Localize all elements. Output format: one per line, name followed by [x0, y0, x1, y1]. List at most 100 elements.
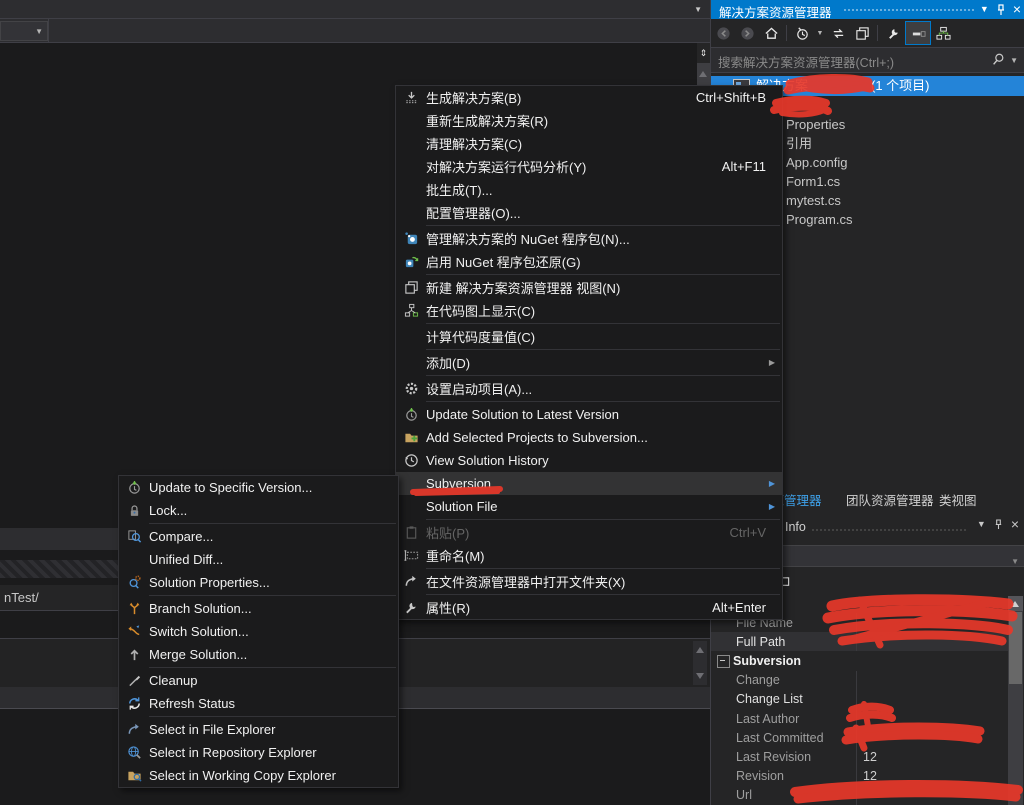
menu-item-configuration-manager[interactable]: 配置管理器(O)... — [396, 201, 782, 224]
tree-row-mytest[interactable]: mytest.cs — [786, 191, 1016, 210]
tree-row-references[interactable]: 引用 — [786, 134, 1016, 153]
menu-item-properties[interactable]: 属性(R)Alt+Enter — [396, 596, 782, 619]
grid-row-url[interactable]: Url — [711, 786, 1009, 805]
open-folder-arrow-icon — [396, 570, 426, 593]
tab-team-explorer[interactable]: 团队资源管理器 — [846, 490, 934, 512]
menu-item-run-code-analysis[interactable]: 对解决方案运行代码分析(Y)Alt+F11 — [396, 155, 782, 178]
chevron-down-icon: ▼ — [35, 27, 43, 36]
submenu-item-unified-diff[interactable]: Unified Diff... — [119, 548, 398, 571]
tree-row-properties[interactable]: Properties — [786, 115, 1016, 134]
submenu-arrow-icon: ▶ — [769, 358, 775, 367]
broom-icon — [119, 669, 149, 692]
submenu-item-refresh-status[interactable]: Refresh Status — [119, 692, 398, 715]
home-icon[interactable] — [759, 22, 783, 44]
grid-row-full-path[interactable]: Full Path — [711, 632, 1009, 651]
grid-scrollbar[interactable] — [1008, 596, 1023, 805]
new-solution-explorer-view-icon[interactable] — [850, 22, 874, 44]
history-icon — [396, 449, 426, 472]
subversion-submenu: Update to Specific Version... Lock... Co… — [118, 475, 399, 788]
sync-with-active-document-icon[interactable] — [826, 22, 850, 44]
back-icon[interactable] — [711, 22, 735, 44]
submenu-item-select-in-repository-explorer[interactable]: Select in Repository Explorer — [119, 741, 398, 764]
close-icon[interactable]: × — [1011, 516, 1019, 532]
pin-icon[interactable] — [994, 519, 1003, 530]
search-icon[interactable] — [991, 52, 1005, 67]
toolbar-overflow-icon[interactable]: ▼ — [694, 5, 702, 14]
pin-icon[interactable] — [996, 4, 1006, 16]
menu-item-code-metrics[interactable]: 计算代码度量值(C) — [396, 325, 782, 348]
pending-changes-filter-icon[interactable] — [790, 22, 814, 44]
menu-item-manage-nuget[interactable]: 管理解决方案的 NuGet 程序包(N)... — [396, 227, 782, 250]
menu-item-new-explorer-view[interactable]: 新建 解决方案资源管理器 视图(N) — [396, 276, 782, 299]
menu-item-build-solution[interactable]: 生成解决方案(B)Ctrl+Shift+B — [396, 86, 782, 109]
file-explorer-arrow-icon — [119, 718, 149, 741]
solution-label-suffix: (1 个项目) — [871, 76, 930, 96]
submenu-item-merge-solution[interactable]: Merge Solution... — [119, 643, 398, 666]
tree-row-program[interactable]: Program.cs — [786, 210, 1016, 229]
menu-item-subversion[interactable]: Subversion▶ — [396, 472, 782, 495]
chevron-down-icon: ▼ — [1011, 552, 1019, 572]
window-position-icon[interactable]: ▼ — [980, 0, 989, 19]
wrench-icon — [396, 596, 426, 619]
menu-item-batch-build[interactable]: 批生成(T)... — [396, 178, 782, 201]
solution-search-box[interactable]: 搜索解决方案资源管理器(Ctrl+;) ▼ — [711, 47, 1024, 73]
collapse-box-icon[interactable] — [717, 655, 730, 668]
grid-row-change-list[interactable]: Change List — [711, 690, 1009, 709]
menu-item-add[interactable]: 添加(D)▶ — [396, 351, 782, 374]
tree-row-appconfig[interactable]: App.config — [786, 153, 1016, 172]
chevron-down-icon[interactable]: ▼ — [1010, 56, 1018, 65]
solution-explorer-toolbar: ▼ — [711, 19, 1024, 47]
submenu-item-select-in-file-explorer[interactable]: Select in File Explorer — [119, 718, 398, 741]
second-toolbar-row: ▼ — [0, 19, 710, 43]
forward-icon[interactable] — [735, 22, 759, 44]
scroll-up-arrow-icon — [696, 647, 704, 653]
window-position-icon[interactable]: ▼ — [977, 519, 986, 529]
menu-item-open-folder-in-explorer[interactable]: 在文件资源管理器中打开文件夹(X) — [396, 570, 782, 593]
menu-item-rebuild-solution[interactable]: 重新生成解决方案(R) — [396, 109, 782, 132]
tree-row-form1[interactable]: Form1.cs — [786, 172, 1016, 191]
codemap-icon — [396, 299, 426, 322]
menu-item-view-solution-history[interactable]: View Solution History — [396, 449, 782, 472]
menu-item-enable-nuget-restore[interactable]: 启用 NuGet 程序包还原(G) — [396, 250, 782, 273]
submenu-item-update-specific-version[interactable]: Update to Specific Version... — [119, 476, 398, 499]
menu-item-show-on-code-map[interactable]: 在代码图上显示(C) — [396, 299, 782, 322]
svn-update-icon — [396, 403, 426, 426]
submenu-item-lock[interactable]: Lock... — [119, 499, 398, 522]
grid-row-last-committed[interactable]: Last Committed — [711, 728, 1009, 747]
tab-class-view[interactable]: 类视图 — [939, 490, 977, 512]
scroll-up-button[interactable] — [1008, 596, 1023, 611]
chevron-down-icon[interactable]: ▼ — [814, 22, 826, 44]
menu-item-paste[interactable]: 粘贴(P)Ctrl+V — [396, 521, 782, 544]
toolbar-combobox[interactable]: ▼ — [0, 21, 48, 41]
grid-category-subversion[interactable]: Subversion — [711, 651, 1009, 670]
submenu-item-solution-properties[interactable]: Solution Properties... — [119, 571, 398, 594]
collapse-all-icon[interactable] — [905, 21, 931, 45]
menu-item-update-solution-latest[interactable]: Update Solution to Latest Version — [396, 403, 782, 426]
scrollbar-thumb[interactable] — [1009, 612, 1022, 684]
submenu-arrow-icon: ▶ — [769, 479, 775, 488]
menu-item-add-projects-to-subversion[interactable]: Add Selected Projects to Subversion... — [396, 426, 782, 449]
new-view-icon — [396, 276, 426, 299]
submenu-item-select-in-working-copy-explorer[interactable]: Select in Working Copy Explorer — [119, 764, 398, 787]
solution-explorer-titlebar[interactable]: 解决方案资源管理器 ▼ × — [711, 0, 1024, 19]
close-icon[interactable]: × — [1013, 0, 1021, 19]
tree-row-project[interactable] — [786, 96, 1016, 115]
grid-row-last-author[interactable]: Last Author — [711, 709, 1009, 728]
menu-item-clean-solution[interactable]: 清理解决方案(C) — [396, 132, 782, 155]
grid-row-last-revision[interactable]: Last Revision12 — [711, 747, 1009, 766]
mini-scrollbar[interactable] — [693, 641, 707, 685]
submenu-item-cleanup[interactable]: Cleanup — [119, 669, 398, 692]
editor-splitter-handle[interactable]: ⇕ — [697, 43, 710, 63]
properties-wrench-icon[interactable] — [881, 22, 905, 44]
submenu-item-branch-solution[interactable]: Branch Solution... — [119, 597, 398, 620]
menu-item-rename[interactable]: 重命名(M) — [396, 544, 782, 567]
scroll-up-arrow-icon[interactable] — [699, 71, 707, 77]
submenu-item-compare[interactable]: Compare... — [119, 525, 398, 548]
grid-row-revision[interactable]: Revision12 — [711, 767, 1009, 786]
gear-icon — [396, 377, 426, 400]
grid-row-change[interactable]: Change — [711, 671, 1009, 690]
show-all-files-icon[interactable] — [931, 22, 955, 44]
menu-item-solution-file[interactable]: Solution File▶ — [396, 495, 782, 518]
submenu-item-switch-solution[interactable]: Switch Solution... — [119, 620, 398, 643]
menu-item-set-startup-project[interactable]: 设置启动项目(A)... — [396, 377, 782, 400]
